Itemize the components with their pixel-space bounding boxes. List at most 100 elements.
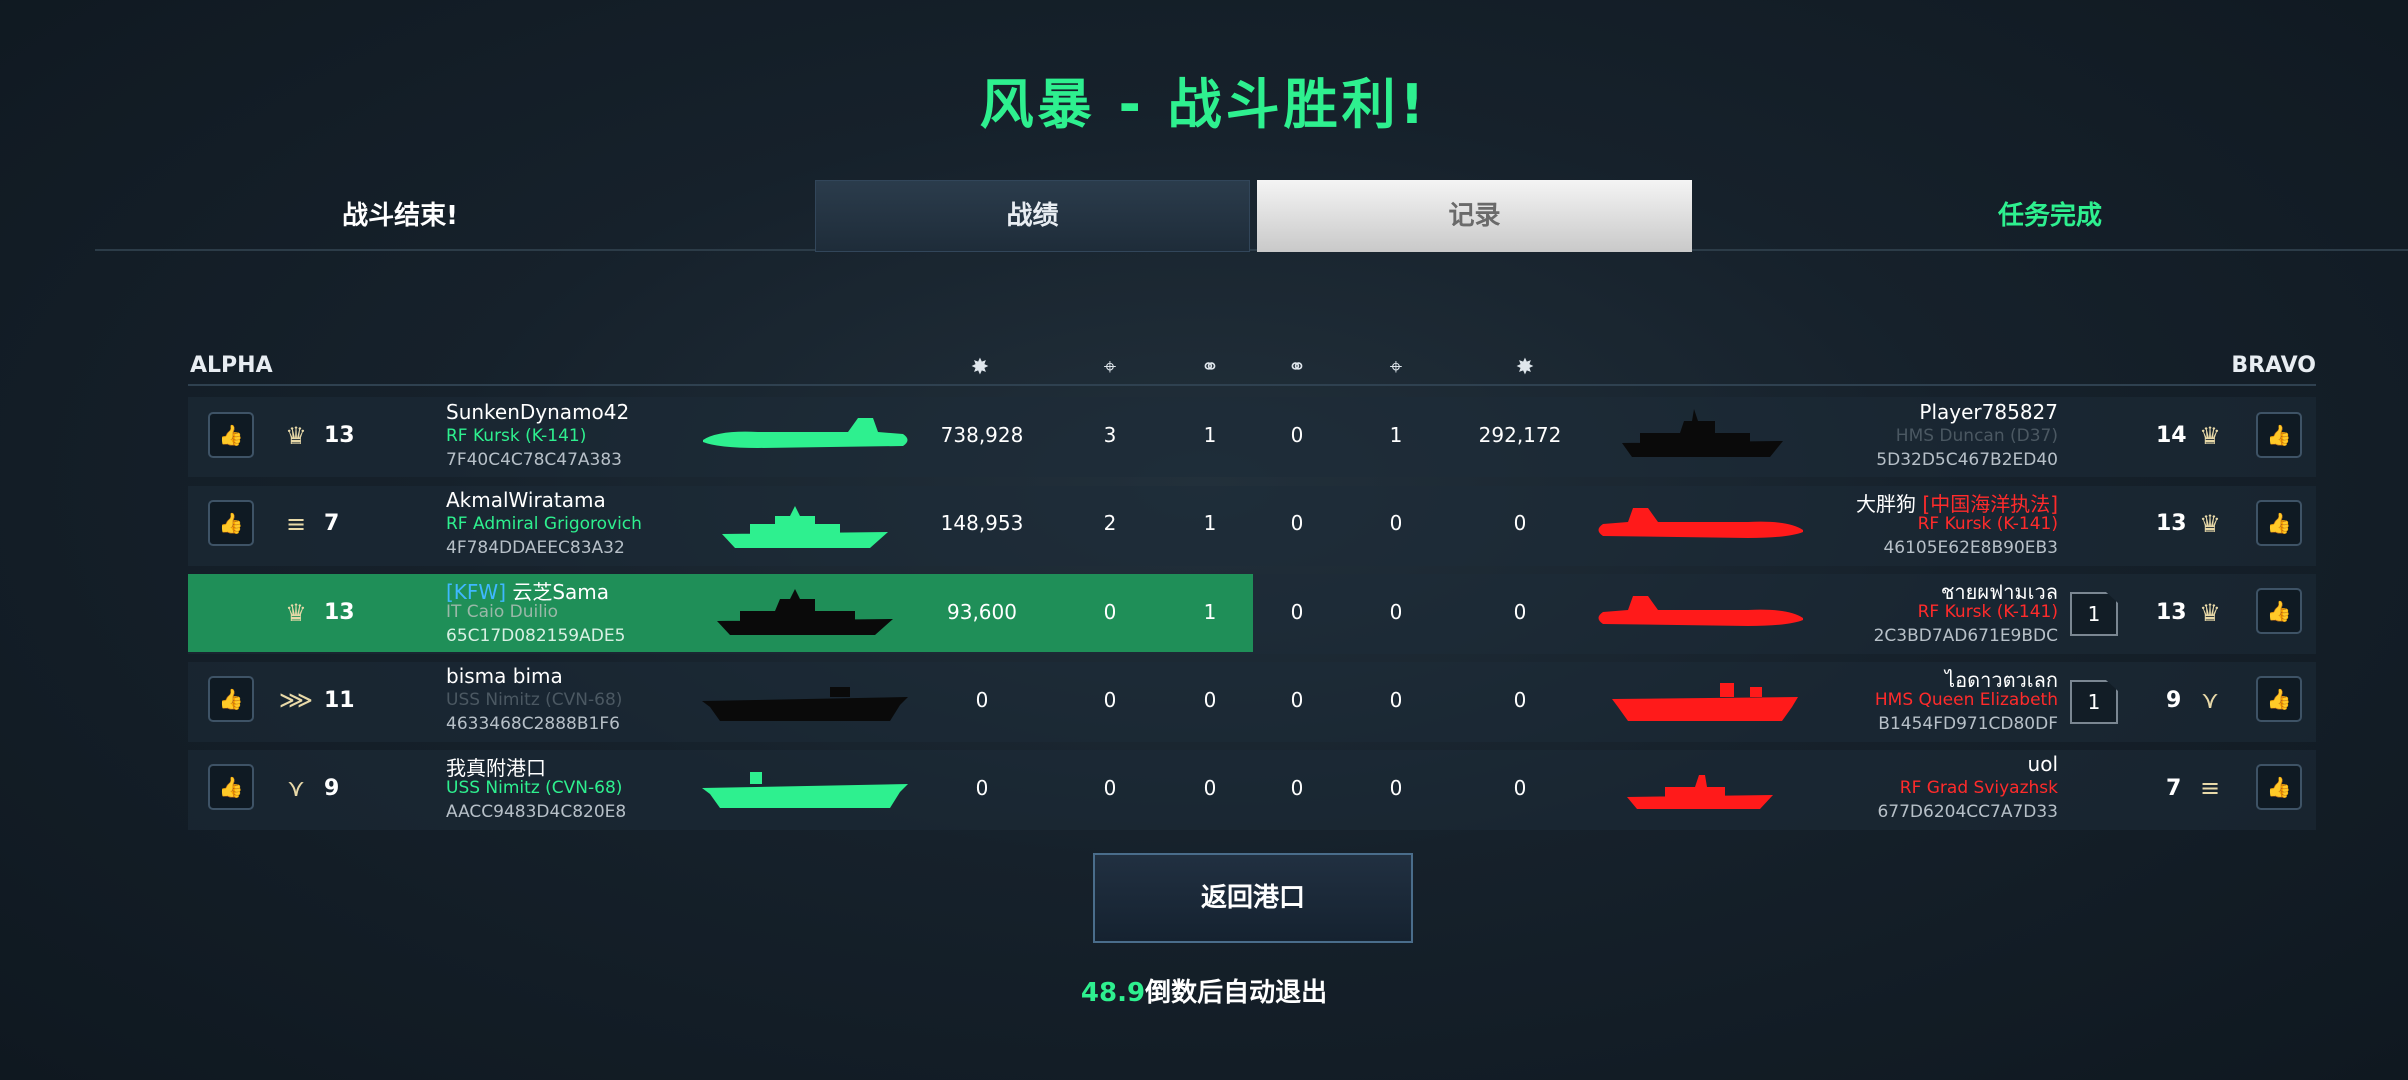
damage-value: 0 xyxy=(1513,511,1527,535)
damage-value: 148,953 xyxy=(940,511,1024,535)
tab-stats[interactable]: 战绩 xyxy=(815,180,1250,252)
player-level: 11 xyxy=(324,688,355,713)
damage-value: 0 xyxy=(1513,600,1527,624)
player-name: 我真附港口 xyxy=(446,756,546,780)
clan-tag: [中国海洋执法] xyxy=(1922,492,2058,516)
player-name: bisma bima xyxy=(446,664,563,688)
tab-battle-end[interactable]: 战斗结束! xyxy=(250,180,550,252)
kills-value: 0 xyxy=(1389,776,1403,800)
player-id: 677D6204CC7A7D33 xyxy=(1877,802,2058,822)
player-level: 13 xyxy=(324,423,355,448)
player-level: 7 xyxy=(2166,776,2182,801)
kills-value: 1 xyxy=(1389,423,1403,447)
player-name-text: 云芝Sama xyxy=(512,580,610,604)
submarine-silhouette-icon xyxy=(1598,596,1803,626)
player-name: 大胖狗 [中国海洋执法] xyxy=(1856,488,2058,517)
ship-name: IT Caio Duilio xyxy=(446,602,559,622)
submarine-silhouette-icon xyxy=(1598,508,1803,538)
player-name: SunkenDynamo42 xyxy=(446,400,630,424)
team-bravo-label: BRAVO xyxy=(2231,353,2316,378)
player-id: 4F784DDAEEC83A32 xyxy=(446,538,625,558)
thumbs-up-button[interactable]: 👍 xyxy=(2256,412,2302,458)
carrier-silhouette-icon xyxy=(1612,683,1798,721)
rank-insignia-icon: ≡ xyxy=(285,510,307,538)
thumbs-up-button[interactable]: 👍 xyxy=(2256,500,2302,546)
kills-value: 0 xyxy=(1389,600,1403,624)
destroyer-silhouette-icon xyxy=(717,589,893,635)
corvette-silhouette-icon xyxy=(1627,775,1773,809)
clan-tag: [KFW] xyxy=(446,580,506,604)
thumbs-up-button[interactable]: 👍 xyxy=(208,500,254,546)
player-level: 13 xyxy=(2156,511,2187,536)
rank-insignia-icon: ⋎ xyxy=(2201,686,2219,714)
rank-insignia-icon: ♛ xyxy=(285,599,307,627)
damage-value: 0 xyxy=(1513,776,1527,800)
player-name: AkmalWiratama xyxy=(446,488,606,512)
player-name: [KFW] 云芝Sama xyxy=(446,576,609,605)
damage-value: 0 xyxy=(975,776,989,800)
destroyer-silhouette-icon xyxy=(1622,409,1783,457)
ship-name: HMS Queen Elizabeth xyxy=(1874,690,2058,710)
player-id: B1454FD971CD80DF xyxy=(1878,714,2058,734)
player-level: 9 xyxy=(324,776,340,801)
kills-value: 0 xyxy=(1389,688,1403,712)
page-title: 风暴 - 战斗胜利! xyxy=(979,73,1429,136)
rank-insignia-icon: ♛ xyxy=(2199,599,2221,627)
player-level: 9 xyxy=(2166,688,2182,713)
thumbs-up-button[interactable]: 👍 xyxy=(2256,676,2302,722)
countdown-text: 倒数后自动退出 xyxy=(1145,978,1328,1008)
ship-name: RF Kursk (K-141) xyxy=(446,426,587,446)
damage-value: 292,172 xyxy=(1478,423,1562,447)
player-level: 13 xyxy=(324,600,355,625)
header-divider xyxy=(188,384,2316,386)
carrier-silhouette-icon xyxy=(702,687,908,721)
player-level: 13 xyxy=(2156,600,2187,625)
damage-value: 738,928 xyxy=(940,423,1024,447)
tab-mission-complete[interactable]: 任务完成 xyxy=(1900,180,2200,252)
submarine-silhouette-icon xyxy=(703,418,908,448)
damage-icon: ✸ xyxy=(970,354,990,380)
thumbs-up-button[interactable]: 👍 xyxy=(208,764,254,810)
kills-value: 0 xyxy=(1389,511,1403,535)
handshake-icon: ⚭ xyxy=(1200,354,1220,380)
damage-value: 93,600 xyxy=(947,600,1017,624)
player-id: 2C3BD7AD671E9BDC xyxy=(1873,626,2058,646)
crosshair-icon: ⌖ xyxy=(1103,354,1117,380)
countdown-seconds: 48.9 xyxy=(1080,978,1146,1008)
damage-value: 0 xyxy=(1513,688,1527,712)
tab-record[interactable]: 记录 xyxy=(1257,180,1692,252)
thumbs-up-button[interactable]: 👍 xyxy=(208,676,254,722)
carrier-silhouette-icon xyxy=(702,772,908,808)
thumbs-up-button[interactable]: 👍 xyxy=(2256,588,2302,634)
thumbs-up-button[interactable]: 👍 xyxy=(208,412,254,458)
rank-insignia-icon: ♛ xyxy=(2199,510,2221,538)
crosshair-icon: ⌖ xyxy=(1389,354,1403,380)
return-to-port-button[interactable]: 返回港口 xyxy=(1093,853,1413,943)
squad-number-badge: 1 xyxy=(2070,592,2118,636)
player-name: Player785827 xyxy=(1919,400,2058,424)
player-name-text: 大胖狗 xyxy=(1856,492,1917,516)
damage-icon: ✸ xyxy=(1515,354,1535,380)
ship-name: USS Nimitz (CVN-68) xyxy=(446,778,623,798)
ship-name: USS Nimitz (CVN-68) xyxy=(446,690,623,710)
player-level: 7 xyxy=(324,511,340,536)
team-alpha-label: ALPHA xyxy=(190,353,273,378)
rank-insignia-icon: ≡ xyxy=(2199,774,2221,802)
player-id: 4633468C2888B1F6 xyxy=(446,714,620,734)
rank-insignia-icon: ♛ xyxy=(285,422,307,450)
damage-value: 0 xyxy=(975,688,989,712)
thumbs-up-button[interactable]: 👍 xyxy=(2256,764,2302,810)
ship-name: RF Kursk (K-141) xyxy=(1917,514,2058,534)
ship-name: RF Admiral Grigorovich xyxy=(446,514,642,534)
handshake-icon: ⚭ xyxy=(1287,354,1307,380)
auto-exit-countdown: 48.9倒数后自动退出 xyxy=(0,972,2408,1009)
rank-insignia-icon: ♛ xyxy=(2199,422,2221,450)
rank-insignia-icon: ⋎ xyxy=(287,774,305,802)
frigate-silhouette-icon xyxy=(722,506,888,548)
player-id: AACC9483D4C820E8 xyxy=(446,802,627,822)
ship-name: HMS Duncan (D37) xyxy=(1895,426,2058,446)
player-id: 46105E62E8B90EB3 xyxy=(1883,538,2058,558)
player-id: 7F40C4C78C47A383 xyxy=(446,450,622,470)
ship-name: RF Grad Sviyazhsk xyxy=(1899,778,2058,798)
player-id: 5D32D5C467B2ED40 xyxy=(1876,450,2058,470)
